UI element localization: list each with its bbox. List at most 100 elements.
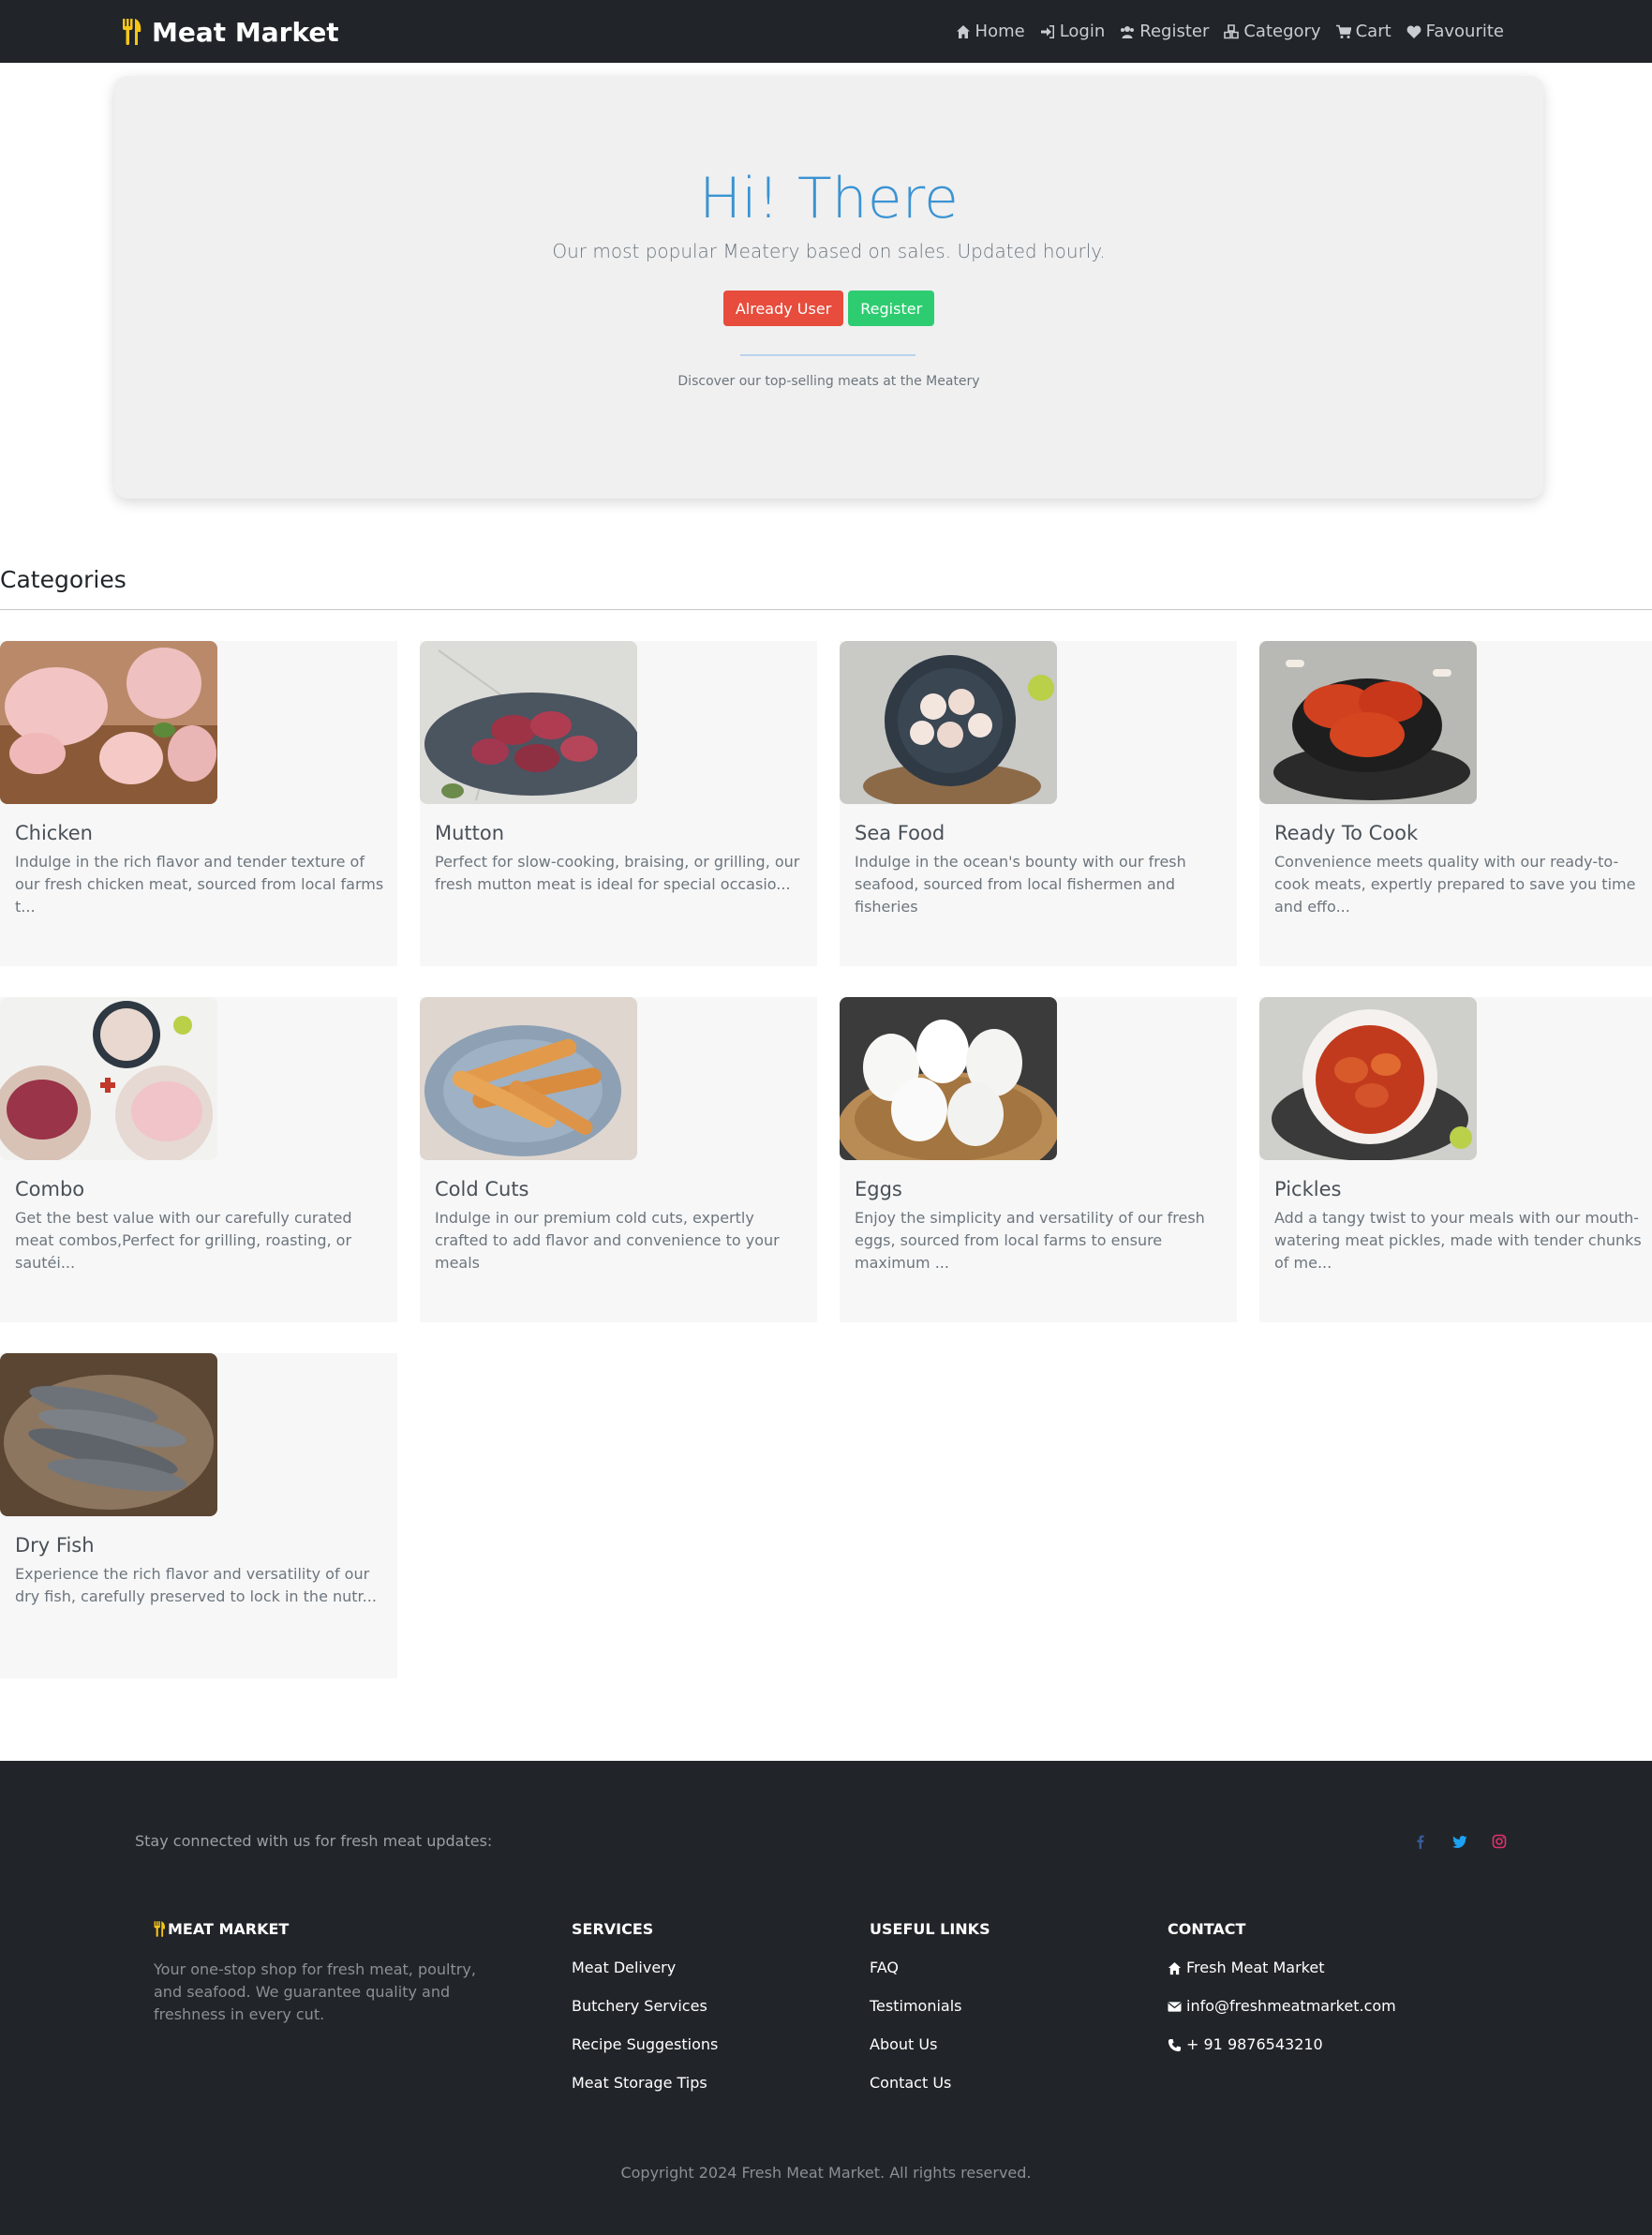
utensils-icon [123,19,141,45]
nav-home-label: Home [975,22,1025,41]
footer-links-heading: Useful Links [870,1920,990,1938]
category-image-mutton [420,641,637,804]
footer-about-text: Your one-stop shop for fresh meat, poult… [154,1960,476,2023]
brand-link[interactable]: Meat Market [122,13,339,51]
category-title: Ready To Cook [1274,822,1419,844]
category-description: Perfect for slow-cooking, braising, or g… [435,853,800,893]
users-icon [1121,25,1135,38]
navbar: Meat Market Home Login Register Category… [0,0,1652,63]
contact-address: Fresh Meat Market [1168,1959,1396,1997]
categories-heading: Categories [0,566,127,593]
category-card-ready-to-cook[interactable]: Ready To Cook Convenience meets quality … [1259,641,1652,966]
category-card-seafood[interactable]: Sea Food Indulge in the ocean's bounty w… [840,641,1237,966]
envelope-icon [1168,2002,1182,2012]
contact-phone[interactable]: + 91 9876543210 [1168,2035,1396,2074]
category-title: Mutton [435,822,505,844]
footer-links-column: Useful Links FAQ Testimonials About Us C… [870,1920,990,2112]
hero-title: Hi! There [699,166,959,231]
nav-links: Home Login Register Category Cart Favour… [956,0,1504,63]
category-title: Sea Food [855,822,945,844]
footer-link-meat-delivery[interactable]: Meat Delivery [572,1959,718,1997]
footer-about-column: Meat Market Your one-stop shop for fresh… [154,1920,482,2026]
footer-services-list: Meat Delivery Butchery Services Recipe S… [572,1959,718,2112]
hero-buttons: Already User Register [114,291,1543,326]
hero-jumbotron: Hi! There Our most popular Meatery based… [114,76,1543,499]
home-icon [956,24,970,38]
footer-brand-text: Meat Market [168,1920,290,1938]
category-image-pickles [1259,997,1477,1160]
category-image-cold-cuts [420,997,637,1160]
category-image-seafood [840,641,1057,804]
nav-cart-label: Cart [1355,22,1392,41]
copyright-text: Copyright 2024 Fresh Meat Market. All ri… [620,2164,1032,2182]
social-links [1413,1834,1507,1849]
category-card-dry-fish[interactable]: Dry Fish Experience the rich flavor and … [0,1353,397,1678]
cart-icon [1335,24,1351,38]
category-image-dry-fish [0,1353,217,1516]
footer-link-contact-us[interactable]: Contact Us [870,2074,990,2112]
category-title: Pickles [1274,1178,1342,1200]
category-title: Combo [15,1178,85,1200]
hero-lead: Our most popular Meatery based on sales.… [552,240,1106,262]
footer-services-column: Services Meat Delivery Butchery Services… [572,1920,718,2112]
footer-link-about-us[interactable]: About Us [870,2035,990,2074]
footer-brand-heading: Meat Market [154,1920,482,1938]
phone-icon [1168,2038,1182,2052]
heart-icon [1406,25,1421,38]
category-description: Get the best value with our carefully cu… [15,1209,352,1272]
already-user-button[interactable]: Already User [722,291,844,326]
category-description: Indulge in our premium cold cuts, expert… [435,1209,780,1272]
contact-address-text: Fresh Meat Market [1186,1959,1325,1976]
hero-divider [740,354,915,356]
contact-email-text: info@freshmeatmarket.com [1186,1997,1396,2015]
footer-services-heading: Services [572,1920,654,1938]
category-title: Dry Fish [15,1534,95,1557]
category-card-eggs[interactable]: Eggs Enjoy the simplicity and versatilit… [840,997,1237,1322]
category-description: Enjoy the simplicity and versatility of … [855,1209,1205,1272]
category-image-combo [0,997,217,1160]
category-card-mutton[interactable]: Mutton Perfect for slow-cooking, braisin… [420,641,817,966]
nav-favourite-label: Favourite [1425,22,1504,41]
category-description: Experience the rich flavor and versatili… [15,1565,377,1605]
utensils-icon [154,1921,166,1937]
footer-link-butchery-services[interactable]: Butchery Services [572,1997,718,2035]
category-title: Eggs [855,1178,902,1200]
nav-cart[interactable]: Cart [1335,22,1392,41]
contact-phone-text: + 91 9876543210 [1186,2035,1323,2053]
footer-link-meat-storage-tips[interactable]: Meat Storage Tips [572,2074,718,2112]
nav-category[interactable]: Category [1224,22,1321,41]
footer-link-recipe-suggestions[interactable]: Recipe Suggestions [572,2035,718,2074]
login-icon [1040,24,1054,38]
footer-links-list: FAQ Testimonials About Us Contact Us [870,1959,990,2112]
footer-contact-heading: Contact [1168,1920,1246,1938]
category-description: Indulge in the rich flavor and tender te… [15,853,384,916]
nav-favourite[interactable]: Favourite [1406,22,1504,41]
category-description: Convenience meets quality with our ready… [1274,853,1636,916]
footer-link-faq[interactable]: FAQ [870,1959,990,1997]
category-description: Add a tangy twist to your meals with our… [1274,1209,1642,1272]
category-description: Indulge in the ocean's bounty with our f… [855,853,1186,916]
category-card-chicken[interactable]: Chicken Indulge in the rich flavor and t… [0,641,397,966]
category-card-cold-cuts[interactable]: Cold Cuts Indulge in our premium cold cu… [420,997,817,1322]
brand-title: Meat Market [152,16,339,48]
categories-divider [0,609,1652,610]
category-title: Cold Cuts [435,1178,529,1200]
home-icon [1168,1961,1182,1975]
facebook-icon[interactable] [1413,1834,1428,1849]
category-image-chicken [0,641,217,804]
contact-email[interactable]: info@freshmeatmarket.com [1168,1997,1396,2035]
category-card-pickles[interactable]: Pickles Add a tangy twist to your meals … [1259,997,1652,1322]
category-image-ready-to-cook [1259,641,1477,804]
register-button[interactable]: Register [848,291,935,326]
instagram-icon[interactable] [1492,1834,1507,1849]
nav-home[interactable]: Home [956,22,1025,41]
stay-connected-text: Stay connected with us for fresh meat up… [135,1832,493,1850]
nav-login[interactable]: Login [1040,22,1105,41]
twitter-icon[interactable] [1452,1834,1467,1849]
nav-register[interactable]: Register [1120,22,1209,41]
category-card-combo[interactable]: Combo Get the best value with our carefu… [0,997,397,1322]
nav-register-label: Register [1139,22,1210,41]
footer-contact-list: Fresh Meat Market info@freshmeatmarket.c… [1168,1959,1396,2074]
cubes-icon [1224,23,1240,38]
footer-link-testimonials[interactable]: Testimonials [870,1997,990,2035]
